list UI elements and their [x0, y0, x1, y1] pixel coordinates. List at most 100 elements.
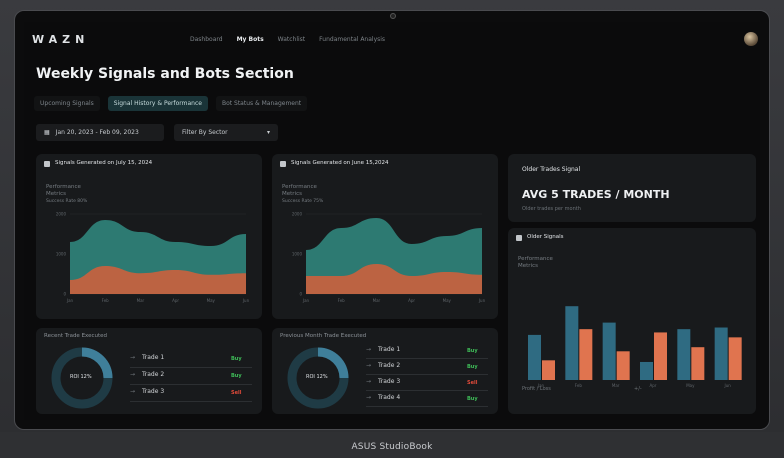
x-tick-label: Jan — [66, 298, 74, 303]
divider — [366, 358, 488, 359]
y-tick-label: 0 — [299, 292, 302, 297]
roi-label: ROI 12% — [306, 374, 328, 380]
recent-trades-card: Recent Trade Executed ROI 12% → Trade 1 Bu… — [36, 328, 262, 414]
y-tick-label: 0 — [63, 292, 66, 297]
y-tick-label: 1000 — [56, 252, 67, 257]
divider — [366, 406, 488, 407]
x-tick-label: Feb — [575, 383, 583, 388]
divider — [130, 401, 252, 402]
app-logo[interactable]: WAZN — [32, 33, 89, 46]
x-tick-label: Jan — [302, 298, 310, 303]
x-tick-label: Feb — [338, 298, 346, 303]
area-chart-july: 0 1000 2000 Jan Feb Mar Apr May Jun — [56, 212, 250, 304]
bar — [714, 327, 728, 380]
profit-loss-value: +/- — [634, 386, 642, 392]
x-tick-label: Mar — [612, 383, 620, 388]
trade-action-badge: Buy — [231, 373, 242, 379]
trade-name: Trade 4 — [378, 394, 401, 401]
bar — [602, 322, 616, 380]
x-tick-label: Apr — [650, 383, 657, 388]
trade-name: Trade 3 — [142, 388, 165, 395]
older-trades-signal-card: Older Trades Signal AVG 5 TRADES / MONTH… — [508, 154, 756, 222]
tab-upcoming-signals[interactable]: Upcoming Signals — [34, 96, 100, 111]
filter-bar: ▦ Jan 20, 2023 - Feb 09, 2023 Filter By … — [36, 124, 278, 141]
bar — [616, 351, 630, 380]
x-tick-label: May — [686, 383, 695, 388]
roi-label: ROI 12% — [70, 374, 92, 380]
arrow-right-icon: → — [130, 354, 136, 361]
profit-loss-label: Profit / Loss — [522, 386, 551, 392]
x-tick-label: Mar — [373, 298, 381, 303]
divider — [366, 374, 488, 375]
laptop-frame: WAZN Dashboard My Bots Watchlist Fundame… — [0, 0, 784, 458]
trade-action-badge: Buy — [467, 348, 478, 354]
previous-trades-card: Previous Month Trade Executed ROI 12% → T… — [272, 328, 498, 414]
trade-name: Trade 2 — [378, 362, 401, 369]
signals-card-june: Signals Generated on June 15,2024 Perfor… — [272, 154, 498, 319]
arrow-right-icon: → — [366, 378, 372, 385]
bar — [542, 360, 555, 380]
signals-card-july: Signals Generated on July 15, 2024 Perfo… — [36, 154, 262, 319]
avg-trades-headline: AVG 5 TRADES / MONTH — [522, 188, 670, 201]
nav-links: Dashboard My Bots Watchlist Fundamental … — [190, 36, 385, 43]
nav-link-dashboard[interactable]: Dashboard — [190, 36, 223, 43]
section-tabs: Upcoming Signals Signal History & Perfor… — [34, 96, 308, 111]
bar — [565, 306, 579, 380]
arrow-right-icon: → — [366, 346, 372, 353]
sector-filter-dropdown[interactable]: Filter By Sector ▾ — [174, 124, 278, 141]
bar — [677, 329, 691, 380]
arrow-right-icon: → — [366, 362, 372, 369]
bar — [528, 334, 541, 380]
trade-action-badge: Sell — [467, 380, 478, 386]
bar — [654, 332, 667, 380]
older-trades-subtext: Older trades per month — [522, 206, 581, 212]
trade-action-badge: Buy — [467, 364, 478, 370]
trade-name: Trade 1 — [378, 346, 401, 353]
x-tick-label: Mar — [137, 298, 145, 303]
arrow-right-icon: → — [130, 388, 136, 395]
area-chart-june: 0 1000 2000 Jan Feb Mar Apr May Jun — [292, 212, 486, 304]
x-tick-label: May — [443, 298, 452, 303]
divider — [130, 367, 252, 368]
trade-action-badge: Buy — [467, 396, 478, 402]
user-avatar[interactable] — [744, 32, 758, 46]
nav-link-fundamental-analysis[interactable]: Fundamental Analysis — [319, 36, 385, 43]
bar — [728, 337, 742, 380]
laptop-brand-label: ASUS StudioBook — [351, 442, 433, 452]
older-trades-signal-title: Older Trades Signal — [522, 166, 581, 173]
trade-name: Trade 1 — [142, 354, 165, 361]
top-nav: WAZN Dashboard My Bots Watchlist Fundame… — [24, 22, 760, 58]
app-screen: WAZN Dashboard My Bots Watchlist Fundame… — [24, 22, 760, 420]
y-tick-label: 2000 — [292, 212, 303, 217]
x-tick-label: Feb — [102, 298, 110, 303]
x-tick-label: Apr — [408, 298, 415, 303]
trade-action-badge: Buy — [231, 356, 242, 362]
page-title: Weekly Signals and Bots Section — [36, 66, 294, 82]
bar — [579, 329, 593, 380]
nav-link-watchlist[interactable]: Watchlist — [278, 36, 306, 43]
trade-action-badge: Sell — [231, 390, 242, 396]
divider — [366, 390, 488, 391]
arrow-right-icon: → — [130, 371, 136, 378]
webcam — [390, 13, 396, 19]
trade-name: Trade 3 — [378, 378, 401, 385]
tab-signal-history[interactable]: Signal History & Performance — [107, 96, 208, 111]
y-tick-label: 1000 — [292, 252, 303, 257]
sector-filter-label: Filter By Sector — [182, 129, 228, 136]
bar — [691, 347, 705, 380]
date-range-picker[interactable]: ▦ Jan 20, 2023 - Feb 09, 2023 — [36, 124, 164, 141]
chevron-down-icon: ▾ — [266, 129, 270, 136]
calendar-icon: ▦ — [44, 129, 50, 136]
older-signals-card: Older Signals Performance Metrics Jan Feb… — [508, 228, 756, 414]
date-range-value: Jan 20, 2023 - Feb 09, 2023 — [55, 129, 139, 136]
nav-link-my-bots[interactable]: My Bots — [237, 36, 264, 43]
y-tick-label: 2000 — [56, 212, 67, 217]
bar — [640, 361, 653, 380]
x-tick-label: Apr — [172, 298, 179, 303]
x-tick-label: Jun — [724, 383, 732, 388]
tab-bot-status[interactable]: Bot Status & Management — [215, 96, 308, 111]
trade-name: Trade 2 — [142, 371, 165, 378]
x-tick-label: May — [207, 298, 216, 303]
x-tick-label: Jun — [242, 298, 250, 303]
arrow-right-icon: → — [366, 394, 372, 401]
